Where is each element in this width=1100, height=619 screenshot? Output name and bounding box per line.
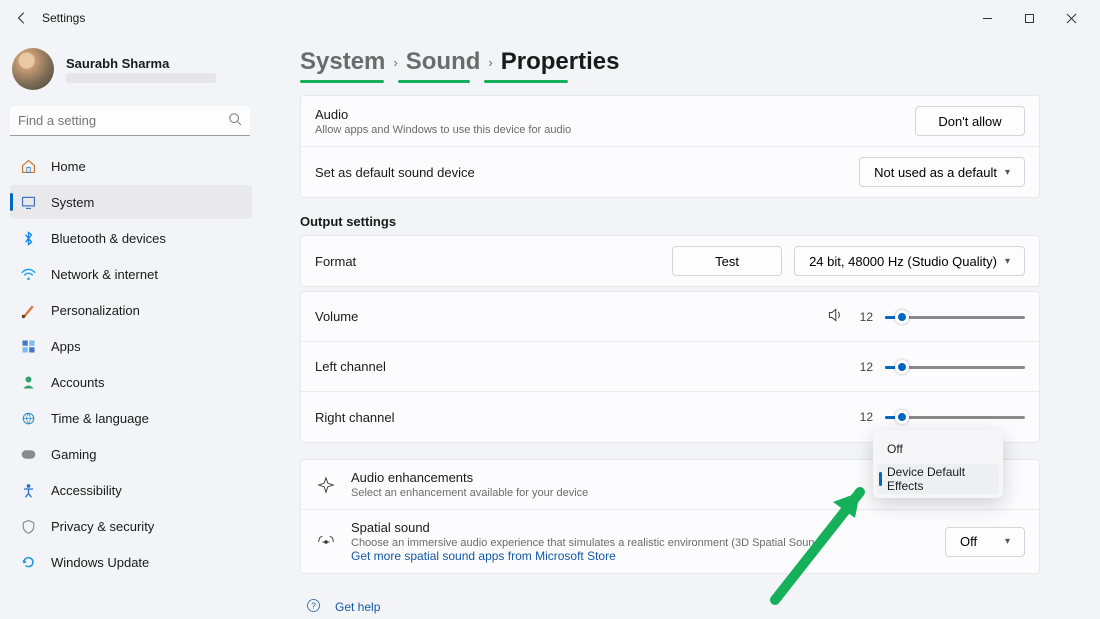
speaker-icon[interactable] bbox=[827, 307, 843, 326]
sidebar: Saurabh Sharma Home System Bluetooth & d… bbox=[0, 36, 270, 619]
sidebar-item-label: Windows Update bbox=[51, 555, 149, 570]
dont-allow-button[interactable]: Don't allow bbox=[915, 106, 1025, 136]
spatial-store-link[interactable]: Get more spatial sound apps from Microso… bbox=[351, 549, 824, 563]
sidebar-item-label: Privacy & security bbox=[51, 519, 154, 534]
user-name: Saurabh Sharma bbox=[66, 56, 216, 71]
left-slider[interactable] bbox=[885, 357, 1025, 377]
right-channel-label: Right channel bbox=[315, 410, 395, 425]
sidebar-item-network[interactable]: Network & internet bbox=[10, 257, 252, 291]
audio-title: Audio bbox=[315, 107, 571, 122]
search-box[interactable] bbox=[10, 106, 250, 136]
avatar bbox=[12, 48, 54, 90]
sidebar-item-bluetooth[interactable]: Bluetooth & devices bbox=[10, 221, 252, 255]
volume-label: Volume bbox=[315, 309, 358, 324]
spatial-sub: Choose an immersive audio experience tha… bbox=[351, 537, 824, 549]
breadcrumb-sound[interactable]: Sound bbox=[406, 48, 481, 76]
volume-value: 12 bbox=[855, 310, 873, 324]
svg-text:?: ? bbox=[311, 602, 316, 611]
output-settings-header: Output settings bbox=[300, 214, 1040, 229]
left-channel-label: Left channel bbox=[315, 359, 386, 374]
sidebar-item-time[interactable]: Time & language bbox=[10, 401, 252, 435]
bluetooth-icon bbox=[20, 230, 37, 247]
audio-card: Audio Allow apps and Windows to use this… bbox=[300, 95, 1040, 198]
sidebar-item-accessibility[interactable]: Accessibility bbox=[10, 473, 252, 507]
update-icon bbox=[20, 554, 37, 571]
sidebar-item-apps[interactable]: Apps bbox=[10, 329, 252, 363]
person-icon bbox=[20, 374, 37, 391]
spatial-select[interactable]: Off ▾ bbox=[945, 527, 1025, 557]
left-value: 12 bbox=[855, 360, 873, 374]
user-email-placeholder bbox=[66, 73, 216, 83]
dropdown-item-default[interactable]: Device Default Effects bbox=[877, 464, 999, 494]
chevron-down-icon: ▾ bbox=[1005, 167, 1010, 178]
minimize-button[interactable] bbox=[966, 4, 1008, 32]
accessibility-icon bbox=[20, 482, 37, 499]
content: System › Sound › Properties Audio Allow … bbox=[270, 36, 1100, 619]
apps-icon bbox=[20, 338, 37, 355]
sidebar-item-label: Apps bbox=[51, 339, 81, 354]
sidebar-item-label: System bbox=[51, 195, 94, 210]
spatial-title: Spatial sound bbox=[351, 520, 824, 535]
spatial-icon bbox=[315, 531, 337, 553]
default-device-label: Set as default sound device bbox=[315, 165, 475, 180]
chevron-right-icon: › bbox=[393, 55, 397, 70]
sidebar-item-update[interactable]: Windows Update bbox=[10, 545, 252, 579]
right-slider[interactable] bbox=[885, 407, 1025, 427]
sidebar-item-privacy[interactable]: Privacy & security bbox=[10, 509, 252, 543]
dropdown-item-off[interactable]: Off bbox=[877, 434, 999, 464]
wifi-icon bbox=[20, 266, 37, 283]
titlebar: Settings bbox=[0, 0, 1100, 36]
test-button[interactable]: Test bbox=[672, 246, 782, 276]
search-icon bbox=[228, 112, 242, 129]
sidebar-item-home[interactable]: Home bbox=[10, 149, 252, 183]
sidebar-item-label: Accessibility bbox=[51, 483, 122, 498]
format-label: Format bbox=[315, 254, 356, 269]
sidebar-item-label: Personalization bbox=[51, 303, 140, 318]
annotation-underline bbox=[300, 80, 1040, 83]
sidebar-item-personalization[interactable]: Personalization bbox=[10, 293, 252, 327]
close-button[interactable] bbox=[1050, 4, 1092, 32]
window-title: Settings bbox=[42, 11, 85, 25]
sidebar-item-label: Home bbox=[51, 159, 86, 174]
chevron-down-icon: ▾ bbox=[1005, 256, 1010, 267]
enhancements-dropdown: Off Device Default Effects bbox=[873, 430, 1003, 498]
format-select[interactable]: 24 bit, 48000 Hz (Studio Quality) ▾ bbox=[794, 246, 1025, 276]
nav: Home System Bluetooth & devices Network … bbox=[10, 148, 252, 580]
window-controls bbox=[966, 4, 1092, 32]
sidebar-item-label: Bluetooth & devices bbox=[51, 231, 166, 246]
search-input[interactable] bbox=[18, 113, 228, 128]
sidebar-item-label: Gaming bbox=[51, 447, 97, 462]
sidebar-item-label: Time & language bbox=[51, 411, 149, 426]
get-help-link[interactable]: ? Get help bbox=[300, 592, 1040, 619]
shield-icon bbox=[20, 518, 37, 535]
chevron-right-icon: › bbox=[488, 55, 492, 70]
default-device-select[interactable]: Not used as a default ▾ bbox=[859, 157, 1025, 187]
sidebar-item-label: Accounts bbox=[51, 375, 104, 390]
user-header[interactable]: Saurabh Sharma bbox=[10, 46, 252, 102]
gamepad-icon bbox=[20, 446, 37, 463]
chevron-down-icon: ▾ bbox=[1005, 536, 1010, 547]
volume-slider[interactable] bbox=[885, 307, 1025, 327]
right-value: 12 bbox=[855, 410, 873, 424]
volume-card: Volume 12 Left channel 12 bbox=[300, 291, 1040, 443]
audio-subtitle: Allow apps and Windows to use this devic… bbox=[315, 124, 571, 136]
enhancements-sub: Select an enhancement available for your… bbox=[351, 487, 588, 499]
maximize-button[interactable] bbox=[1008, 4, 1050, 32]
help-icon: ? bbox=[306, 598, 321, 616]
sidebar-item-system[interactable]: System bbox=[10, 185, 252, 219]
enhancements-title: Audio enhancements bbox=[351, 470, 588, 485]
brush-icon bbox=[20, 302, 37, 319]
breadcrumb: System › Sound › Properties bbox=[300, 48, 1040, 76]
system-icon bbox=[20, 194, 37, 211]
breadcrumb-properties: Properties bbox=[501, 48, 620, 76]
sidebar-item-accounts[interactable]: Accounts bbox=[10, 365, 252, 399]
sidebar-item-label: Network & internet bbox=[51, 267, 158, 282]
home-icon bbox=[20, 158, 37, 175]
sidebar-item-gaming[interactable]: Gaming bbox=[10, 437, 252, 471]
back-button[interactable] bbox=[8, 4, 36, 32]
globe-icon bbox=[20, 410, 37, 427]
format-card: Format Test 24 bit, 48000 Hz (Studio Qua… bbox=[300, 235, 1040, 287]
breadcrumb-system[interactable]: System bbox=[300, 48, 385, 76]
sparkle-icon bbox=[315, 474, 337, 496]
